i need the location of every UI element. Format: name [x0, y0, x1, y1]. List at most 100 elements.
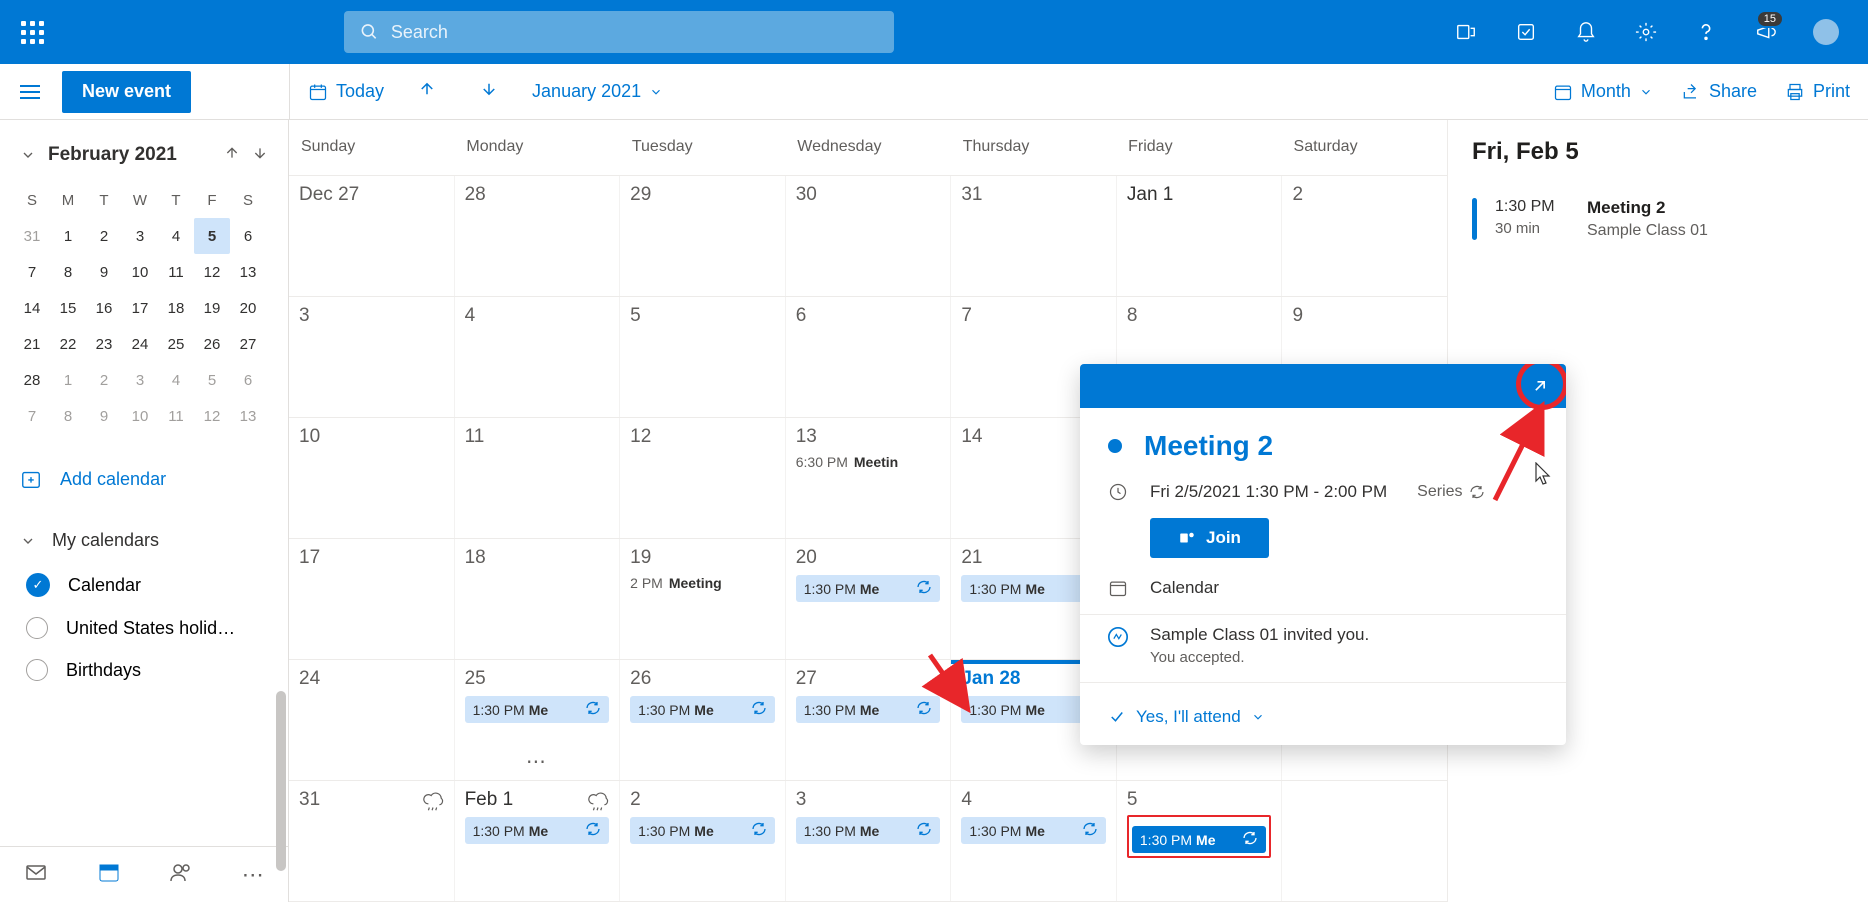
event-item[interactable]: 1:30 PM Me — [1132, 826, 1267, 853]
mini-day[interactable]: 9 — [86, 254, 122, 290]
mini-day[interactable]: 26 — [194, 326, 230, 362]
day-cell[interactable]: 10 — [289, 418, 455, 538]
mini-day[interactable]: 18 — [158, 290, 194, 326]
day-cell[interactable]: 30 — [786, 176, 952, 296]
day-cell[interactable]: 21:30 PM Me — [620, 781, 786, 901]
view-selector[interactable]: Month — [1553, 81, 1653, 102]
day-cell[interactable]: 192 PMMeeting — [620, 539, 786, 659]
calendar-tab[interactable] — [97, 860, 121, 889]
day-cell[interactable]: Feb 11:30 PM Me — [455, 781, 621, 901]
mini-day[interactable]: 23 — [86, 326, 122, 362]
mini-day[interactable]: 11 — [158, 254, 194, 290]
mini-day[interactable]: 15 — [50, 290, 86, 326]
my-calendars-header[interactable]: My calendars — [0, 518, 288, 563]
mini-day[interactable]: 9 — [86, 398, 122, 434]
today-button[interactable]: Today — [308, 81, 384, 102]
event-item[interactable]: 1:30 PM Me — [796, 696, 941, 723]
checkbox-unchecked[interactable] — [26, 659, 48, 681]
mini-day[interactable]: 25 — [158, 326, 194, 362]
mini-day[interactable]: 21 — [14, 326, 50, 362]
day-cell[interactable]: 261:30 PM Me — [620, 660, 786, 780]
mini-day[interactable]: 11 — [158, 398, 194, 434]
more-tab[interactable]: ⋯ — [242, 862, 264, 888]
day-cell[interactable]: 6 — [786, 297, 952, 417]
mini-day[interactable]: 5 — [194, 362, 230, 398]
mini-day[interactable]: 6 — [230, 218, 266, 254]
day-cell[interactable]: Jan 1 — [1117, 176, 1283, 296]
day-cell[interactable]: 29 — [620, 176, 786, 296]
add-calendar[interactable]: Add calendar — [0, 440, 288, 518]
mini-day[interactable]: 14 — [14, 290, 50, 326]
day-cell[interactable]: 4 — [455, 297, 621, 417]
day-cell[interactable]: Dec 27 — [289, 176, 455, 296]
settings-icon[interactable] — [1616, 0, 1676, 64]
event-item[interactable]: 1:30 PM Me — [796, 817, 941, 844]
day-cell[interactable]: 251:30 PM Me⋯ — [455, 660, 621, 780]
agenda-item[interactable]: 1:30 PM30 minMeeting 2Sample Class 01 — [1472, 186, 1844, 252]
mini-day[interactable]: 10 — [122, 254, 158, 290]
share-button[interactable]: Share — [1681, 81, 1757, 102]
day-cell[interactable]: 2 — [1282, 176, 1447, 296]
mini-day[interactable]: 1 — [50, 218, 86, 254]
people-tab[interactable] — [169, 860, 193, 889]
account-avatar[interactable] — [1796, 0, 1856, 64]
teams-icon[interactable] — [1436, 0, 1496, 64]
mini-day[interactable]: 5 — [194, 218, 230, 254]
day-cell[interactable]: 136:30 PMMeetin — [786, 418, 952, 538]
day-cell[interactable]: 18 — [455, 539, 621, 659]
notifications-icon[interactable] — [1556, 0, 1616, 64]
event-item[interactable]: 2 PMMeeting — [630, 575, 775, 591]
mini-day[interactable]: 8 — [50, 398, 86, 434]
mini-day[interactable]: 4 — [158, 218, 194, 254]
mini-next[interactable] — [252, 145, 268, 166]
event-item[interactable]: 6:30 PMMeetin — [796, 454, 941, 470]
todo-icon[interactable] — [1496, 0, 1556, 64]
megaphone-icon[interactable]: 15 — [1736, 0, 1796, 64]
day-cell[interactable]: 51:30 PM Me — [1117, 781, 1283, 901]
event-item[interactable]: 1:30 PM Me — [961, 817, 1106, 844]
help-icon[interactable] — [1676, 0, 1736, 64]
calendar-item[interactable]: ✓Calendar — [0, 563, 288, 607]
mini-day[interactable]: 6 — [230, 362, 266, 398]
prev-period[interactable] — [408, 80, 446, 103]
event-item[interactable]: 1:30 PM Me — [465, 817, 610, 844]
chevron-down-icon[interactable] — [20, 147, 36, 163]
mini-day[interactable]: 8 — [50, 254, 86, 290]
mini-day[interactable]: 20 — [230, 290, 266, 326]
mini-day[interactable]: 12 — [194, 254, 230, 290]
rsvp-dropdown[interactable]: Yes, I'll attend — [1108, 693, 1538, 727]
day-cell[interactable]: 31 — [289, 781, 455, 901]
event-item[interactable]: 1:30 PM Me — [796, 575, 941, 602]
mini-day[interactable]: 22 — [50, 326, 86, 362]
mini-day[interactable]: 2 — [86, 218, 122, 254]
mini-day[interactable]: 3 — [122, 362, 158, 398]
search-box[interactable] — [344, 11, 894, 53]
mini-day[interactable]: 3 — [122, 218, 158, 254]
mini-day[interactable]: 13 — [230, 398, 266, 434]
day-cell[interactable]: 12 — [620, 418, 786, 538]
search-input[interactable] — [391, 22, 878, 43]
calendar-item[interactable]: United States holid… — [0, 607, 288, 649]
day-cell[interactable]: 28 — [455, 176, 621, 296]
event-item[interactable]: 1:30 PM Me — [630, 696, 775, 723]
period-selector[interactable]: January 2021 — [532, 81, 663, 102]
event-item[interactable]: 1:30 PM Me — [630, 817, 775, 844]
checkbox-unchecked[interactable] — [26, 617, 48, 639]
mini-day[interactable]: 4 — [158, 362, 194, 398]
mini-day[interactable]: 7 — [14, 254, 50, 290]
checkbox-checked[interactable]: ✓ — [26, 573, 50, 597]
mini-day[interactable]: 1 — [50, 362, 86, 398]
day-cell[interactable]: 31 — [951, 176, 1117, 296]
mini-prev[interactable] — [224, 145, 240, 166]
mini-day[interactable]: 12 — [194, 398, 230, 434]
day-cell[interactable]: 5 — [620, 297, 786, 417]
more-events[interactable]: ⋯ — [526, 749, 548, 774]
calendar-item[interactable]: Birthdays — [0, 649, 288, 691]
day-cell[interactable]: 31:30 PM Me — [786, 781, 952, 901]
mini-day[interactable]: 28 — [14, 362, 50, 398]
mail-tab[interactable] — [24, 860, 48, 889]
mini-calendar-title[interactable]: February 2021 — [48, 144, 177, 166]
mini-day[interactable]: 27 — [230, 326, 266, 362]
day-cell[interactable]: 17 — [289, 539, 455, 659]
mini-day[interactable]: 31 — [14, 218, 50, 254]
